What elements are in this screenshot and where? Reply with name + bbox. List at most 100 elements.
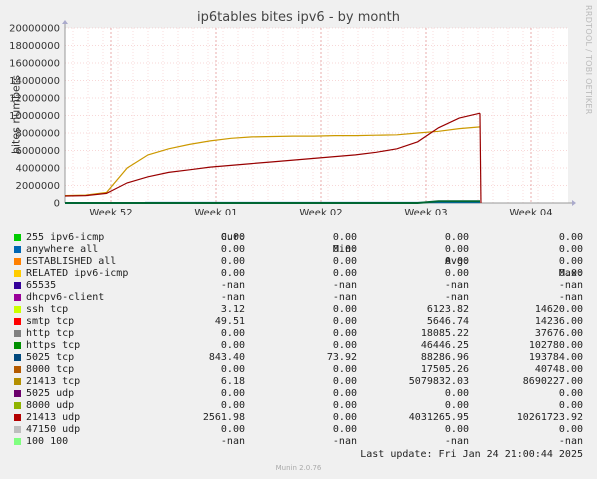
legend-max: -nan xyxy=(558,292,583,303)
y-tick-label: 2000000 xyxy=(15,181,60,192)
legend-max: 0.00 xyxy=(558,268,583,279)
legend-max: 14620.00 xyxy=(534,304,583,315)
legend-row: https tcp 0.00 0.00 46446.25 102780.00 xyxy=(14,340,589,352)
y-axis-label: bites numbers xyxy=(9,75,23,155)
legend-max: 0.00 xyxy=(558,424,583,435)
legend-avg: 88286.96 xyxy=(420,352,469,363)
legend-avg: -nan xyxy=(444,436,469,447)
y-tick-label: 4000000 xyxy=(15,164,60,175)
y-tick-label: 18000000 xyxy=(9,41,60,52)
legend-row: ESTABLISHED all 0.00 0.00 0.00 0.00 xyxy=(14,256,589,268)
legend-name: 100 100 xyxy=(26,436,69,447)
legend-max: 0.00 xyxy=(558,400,583,411)
legend-table: Cur: Min: Avg: Max: 255 ipv6-icmp 0.00 0.0… xyxy=(14,220,589,448)
legend-avg: 0.00 xyxy=(444,232,469,243)
x-tick-label: Week 03 xyxy=(404,208,447,215)
legend-name: 5025 tcp xyxy=(26,352,75,363)
legend-row: RELATED ipv6-icmp 0.00 0.00 0.00 0.00 xyxy=(14,268,589,280)
legend-swatch xyxy=(14,282,21,289)
y-axis-arrow xyxy=(62,20,68,24)
legend-cur: -nan xyxy=(220,436,245,447)
legend-min: 0.00 xyxy=(332,304,357,315)
y-tick-label: 20000000 xyxy=(9,24,60,35)
legend-min: 0.00 xyxy=(332,328,357,339)
legend-name: smtp tcp xyxy=(26,316,75,327)
x-axis-arrow xyxy=(572,200,576,206)
legend-avg: 0.00 xyxy=(444,256,469,267)
y-tick-label: 0 xyxy=(54,199,60,210)
legend-swatch xyxy=(14,342,21,349)
legend-swatch xyxy=(14,246,21,253)
legend-name: 5025 udp xyxy=(26,388,75,399)
legend-name: 21413 udp xyxy=(26,412,81,423)
legend-max: 102780.00 xyxy=(528,340,583,351)
legend-avg: 4031265.95 xyxy=(408,412,469,423)
legend-max: -nan xyxy=(558,436,583,447)
legend-cur: 3.12 xyxy=(220,304,245,315)
legend-cur: 49.51 xyxy=(214,316,245,327)
legend-avg: 5079832.03 xyxy=(408,376,469,387)
legend-name: dhcpv6-client xyxy=(26,292,105,303)
legend-min: -nan xyxy=(332,436,357,447)
legend-avg: 0.00 xyxy=(444,400,469,411)
legend-avg: 18085.22 xyxy=(420,328,469,339)
legend-row: dhcpv6-client -nan -nan -nan -nan xyxy=(14,292,589,304)
legend-row: anywhere all 0.00 0.00 0.00 0.00 xyxy=(14,244,589,256)
legend-row: 5025 tcp 843.40 73.92 88286.96 193784.00 xyxy=(14,352,589,364)
legend-swatch xyxy=(14,234,21,241)
legend-swatch xyxy=(14,294,21,301)
legend-header: Cur: Min: Avg: Max: xyxy=(14,220,589,279)
legend-max: 10261723.92 xyxy=(516,412,583,423)
legend-name: 8000 udp xyxy=(26,400,75,411)
legend-avg: 0.00 xyxy=(444,388,469,399)
legend-row: smtp tcp 49.51 0.00 5646.74 14236.00 xyxy=(14,316,589,328)
legend-avg: -nan xyxy=(444,280,469,291)
legend-name: 8000 tcp xyxy=(26,364,75,375)
legend-cur: 0.00 xyxy=(220,244,245,255)
legend-row: 65535 -nan -nan -nan -nan xyxy=(14,280,589,292)
x-tick-label: Week 01 xyxy=(194,208,237,215)
legend-avg: -nan xyxy=(444,292,469,303)
legend-min: 0.00 xyxy=(332,412,357,423)
legend-cur: -nan xyxy=(220,292,245,303)
legend-max: 40748.00 xyxy=(534,364,583,375)
legend-cur: 0.00 xyxy=(220,328,245,339)
legend-min: 0.00 xyxy=(332,424,357,435)
legend-swatch xyxy=(14,390,21,397)
legend-name: anywhere all xyxy=(26,244,99,255)
legend-row: 47150 udp 0.00 0.00 0.00 0.00 xyxy=(14,424,589,436)
legend-cur: 843.40 xyxy=(208,352,245,363)
legend-cur: 2561.98 xyxy=(202,412,245,423)
legend-avg: 0.00 xyxy=(444,424,469,435)
legend-min: -nan xyxy=(332,292,357,303)
legend-min: 0.00 xyxy=(332,364,357,375)
legend-cur: 0.00 xyxy=(220,268,245,279)
legend-row: 100 100 -nan -nan -nan -nan xyxy=(14,436,589,448)
legend-avg: 0.00 xyxy=(444,268,469,279)
munin-version: Munin 2.0.76 xyxy=(275,464,322,472)
x-tick-label: Week 52 xyxy=(89,208,132,215)
legend-cur: 0.00 xyxy=(220,424,245,435)
legend-max: -nan xyxy=(558,280,583,291)
legend-avg: 17505.26 xyxy=(420,364,469,375)
legend-swatch xyxy=(14,402,21,409)
legend-row: ssh tcp 3.12 0.00 6123.82 14620.00 xyxy=(14,304,589,316)
legend-row: 255 ipv6-icmp 0.00 0.00 0.00 0.00 xyxy=(14,232,589,244)
legend-max: 8690227.00 xyxy=(522,376,583,387)
legend-min: -nan xyxy=(332,280,357,291)
legend-min: 73.92 xyxy=(326,352,357,363)
legend-swatch xyxy=(14,366,21,373)
legend-min: 0.00 xyxy=(332,376,357,387)
legend-avg: 46446.25 xyxy=(420,340,469,351)
legend-swatch xyxy=(14,378,21,385)
x-tick-label: Week 02 xyxy=(299,208,342,215)
legend-name: ESTABLISHED all xyxy=(26,256,117,267)
legend-max: 0.00 xyxy=(558,232,583,243)
legend-swatch xyxy=(14,354,21,361)
x-tick-label: Week 04 xyxy=(509,208,552,215)
legend-min: 0.00 xyxy=(332,232,357,243)
legend-swatch xyxy=(14,270,21,277)
legend-swatch xyxy=(14,414,21,421)
legend-avg: 0.00 xyxy=(444,244,469,255)
legend-swatch xyxy=(14,306,21,313)
